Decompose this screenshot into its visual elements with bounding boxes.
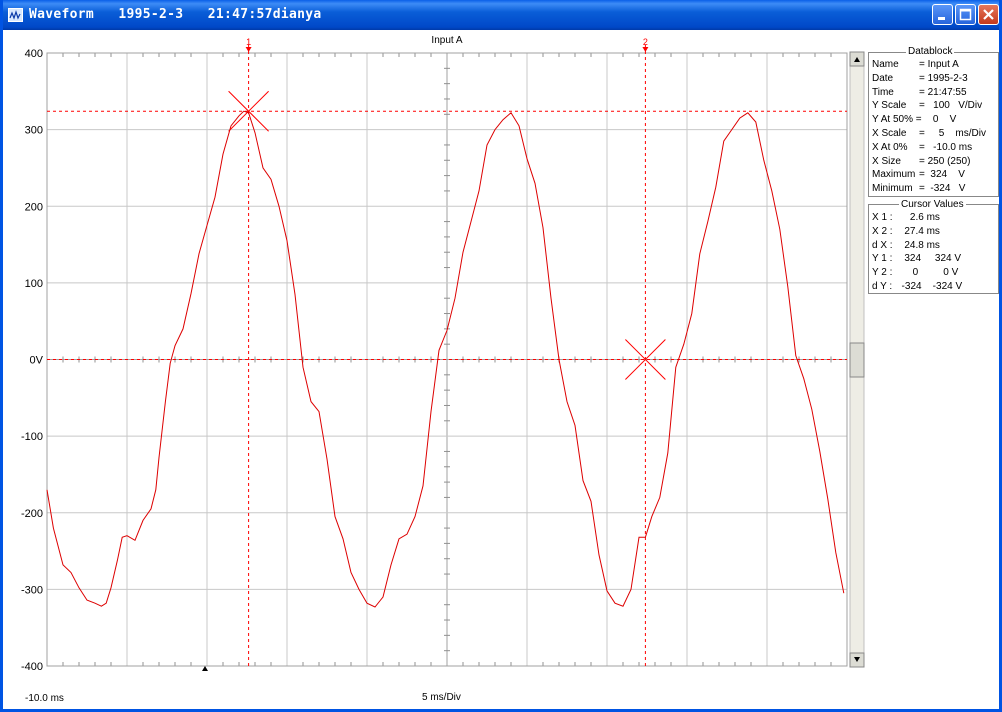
panel-row-value: 27.4 ms: [896, 225, 940, 237]
panel-row-value: 2.6 ms: [896, 212, 940, 223]
panel-row-label: X 1 :: [872, 212, 893, 223]
close-button[interactable]: [978, 4, 999, 25]
window-title: Waveform 1995-2-3 21:47:57dianya: [29, 7, 322, 22]
y-tick-label: -300: [21, 584, 43, 596]
panel-row-value: = 324 V: [919, 169, 965, 181]
panel-row-label: X Scale: [872, 128, 907, 139]
panel-row-label: Maximum: [872, 169, 916, 181]
y-tick-label: 400: [25, 48, 43, 60]
minimize-icon: [938, 17, 945, 20]
panel-row-value: = -10.0 ms: [919, 141, 973, 153]
scrollbar-thumb[interactable]: [849, 342, 865, 378]
panel-row-label: Time: [872, 86, 894, 98]
panel-row-label: Y Scale: [872, 100, 907, 112]
waveform-window: Waveform 1995-2-3 21:47:57dianya 400 300 2…: [0, 0, 1002, 712]
panel-row-label: X Size: [872, 155, 901, 167]
maximize-icon: [959, 8, 972, 21]
title-bar[interactable]: Waveform 1995-2-3 21:47:57dianya: [3, 0, 999, 30]
y-tick-label: 100: [25, 278, 43, 290]
x-start-label: -10.0 ms: [25, 693, 64, 704]
panel-row-value: 24.8 ms: [896, 239, 940, 251]
y-tick-label: 300: [25, 125, 43, 137]
waveform-app-icon[interactable]: [8, 8, 23, 22]
y-tick-label: -100: [21, 431, 43, 443]
x-scale-label: 5 ms/Div: [422, 692, 461, 703]
datablock-title: Datablock: [906, 46, 955, 58]
y-tick-label: 200: [25, 201, 43, 213]
minimize-button[interactable]: [932, 4, 953, 25]
panel-row-label: Y 1 :: [872, 253, 893, 265]
close-icon: [983, 9, 994, 20]
trigger-marker-icon: [202, 666, 208, 671]
cursor-values-title: Cursor Values: [899, 199, 966, 211]
cursor-2-marker-icon[interactable]: [642, 47, 649, 52]
panel-row-label: Date: [872, 72, 894, 84]
panel-row-value: 324 324 V: [896, 253, 962, 265]
panel-row-label: X At 0%: [872, 141, 908, 153]
panel-row-value: = 5 ms/Div: [919, 128, 986, 139]
waveform-plot: 400 300 200 100 0V -100 -200 -300 -400 Input A 1…: [21, 35, 865, 673]
panel-row-value: = 21:47:55: [919, 86, 967, 98]
y-tick-label: -400: [21, 661, 43, 673]
y-tick-label: 0V: [30, 355, 44, 367]
panel-row-value: 0 0 V: [896, 267, 959, 279]
panel-row-label: d Y :: [872, 281, 893, 292]
cursor-2-label[interactable]: 2: [643, 37, 648, 47]
vertical-scrollbar[interactable]: [849, 51, 865, 668]
panel-row-value: = 100 V/Div: [919, 100, 983, 112]
y-axis-labels: 400 300 200 100 0V -100 -200 -300 -400: [21, 48, 44, 673]
panel-row-label: Name: [872, 59, 899, 70]
panel-row-value: 0 V: [919, 114, 957, 126]
panel-row-label: d X :: [872, 239, 893, 251]
panel-row-label: Y 2 :: [872, 267, 893, 279]
y-tick-label: -200: [21, 508, 43, 520]
panel-row-value: = 1995-2-3: [919, 72, 968, 84]
cursor-1-label[interactable]: 1: [246, 37, 251, 47]
plot-title: Input A: [431, 35, 462, 46]
panel-row-label: Minimum: [872, 183, 913, 195]
panel-row-value: = 250 (250): [919, 155, 971, 167]
panel-row-label: Y At 50% =: [872, 114, 922, 126]
panel-row-value: = Input A: [919, 59, 959, 70]
panel-row-value: = -324 V: [919, 183, 966, 195]
cursor-1-marker-icon[interactable]: [245, 47, 252, 52]
panel-row-label: X 2 :: [872, 225, 893, 237]
maximize-button[interactable]: [955, 4, 976, 25]
waveform-app-icon-glyph: [9, 10, 21, 20]
panel-row-value: -324 -324 V: [896, 281, 963, 292]
